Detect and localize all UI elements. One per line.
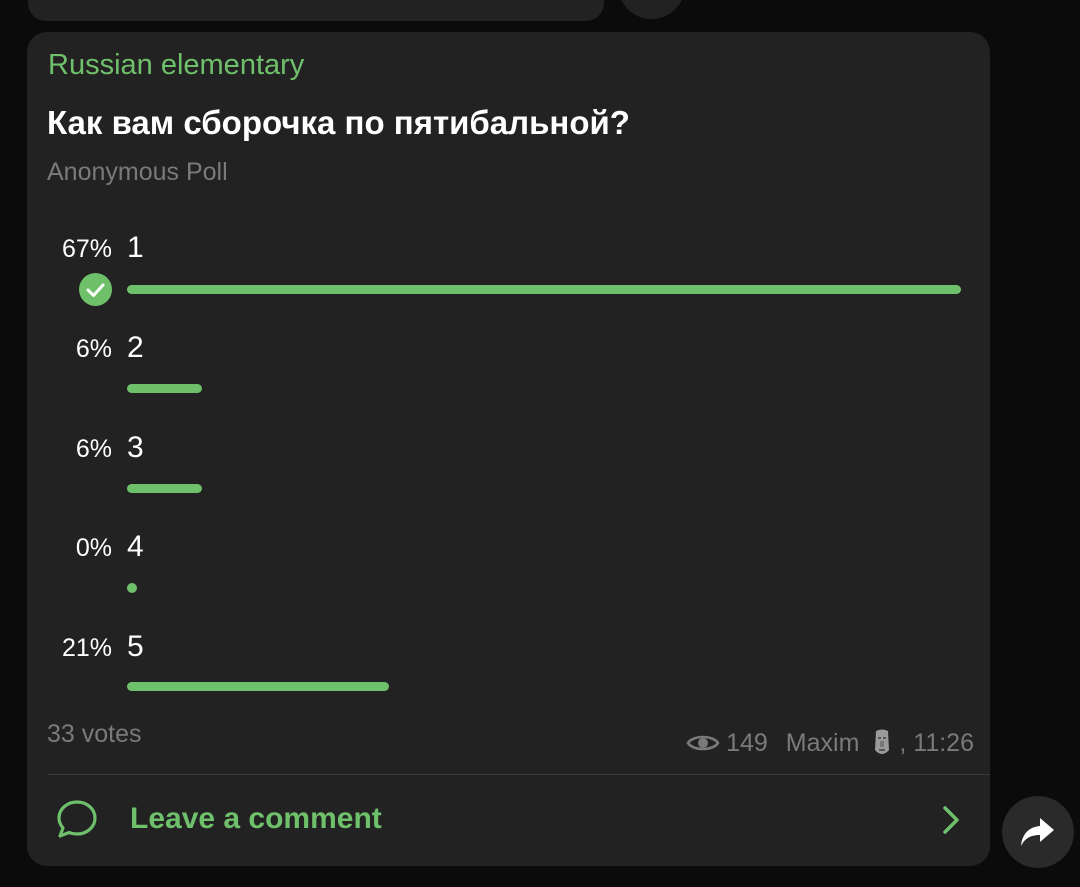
leave-comment-button[interactable]: Leave a comment <box>27 775 990 866</box>
poll-option-5[interactable]: 21% 5 <box>0 630 1000 714</box>
option-result-bar <box>127 682 389 691</box>
author-name: Maxim <box>785 728 860 757</box>
option-percent: 21% <box>61 634 112 662</box>
poll-option-3[interactable]: 6% 3 <box>0 431 1000 515</box>
chevron-right-icon <box>942 805 960 835</box>
poll-option-1[interactable]: 67% 1 <box>0 231 1000 315</box>
option-result-bar <box>127 285 961 294</box>
poll-option-4[interactable]: 0% 4 <box>0 530 1000 614</box>
option-percent: 0% <box>75 534 112 562</box>
option-label: 3 <box>127 431 144 464</box>
previous-share-button[interactable] <box>618 0 685 19</box>
option-label: 4 <box>127 530 144 563</box>
option-percent: 6% <box>75 335 112 363</box>
views-count: 149 <box>726 728 768 757</box>
share-button[interactable] <box>1002 796 1074 868</box>
message-time: , 11:26 <box>899 728 974 757</box>
channel-name[interactable]: Russian elementary <box>48 49 304 82</box>
vote-count[interactable]: 33 votes <box>47 720 142 749</box>
option-result-bar <box>127 484 202 493</box>
previous-message-bubble <box>28 0 604 21</box>
option-label: 2 <box>127 331 144 364</box>
checkmark-circle-icon <box>79 273 112 306</box>
moai-icon <box>871 728 893 758</box>
option-percent: 67% <box>61 235 112 263</box>
option-result-bar <box>127 583 137 593</box>
speech-bubble-icon <box>55 797 99 841</box>
leave-comment-label: Leave a comment <box>130 802 382 835</box>
poll-type-label: Anonymous Poll <box>47 158 228 186</box>
share-arrow-icon <box>1021 818 1054 846</box>
option-result-bar <box>127 384 202 393</box>
option-label: 5 <box>127 630 144 663</box>
option-percent: 6% <box>75 435 112 463</box>
poll-question: Как вам сборочка по пятибальной? <box>47 104 630 141</box>
message-meta: 149 Maxim , 11:26 <box>686 728 974 758</box>
poll-option-2[interactable]: 6% 2 <box>0 331 1000 415</box>
option-label: 1 <box>127 231 144 264</box>
eye-icon <box>686 732 720 754</box>
